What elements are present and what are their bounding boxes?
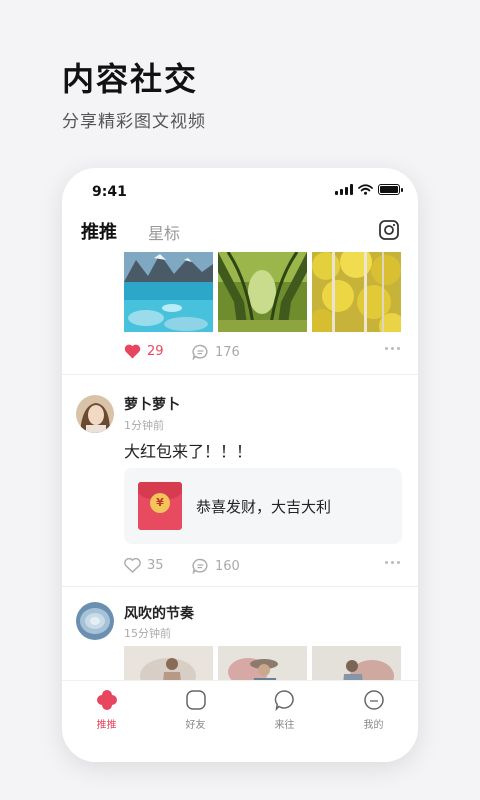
watercolor-photo[interactable] <box>124 646 213 680</box>
post-time: 15分钟前 <box>124 627 171 640</box>
nav-label: 我的 <box>363 720 384 731</box>
chat-icon <box>274 690 294 711</box>
post-username[interactable]: 萝卜萝卜 <box>124 394 180 414</box>
red-envelope-icon: ¥ <box>138 482 182 530</box>
post-photo-grid <box>124 252 401 332</box>
battery-icon <box>378 184 403 195</box>
nav-label: 来往 <box>274 720 295 731</box>
flower-icon <box>96 690 117 710</box>
watercolor-photo[interactable] <box>218 646 307 680</box>
red-packet-card[interactable]: ¥ 恭喜发财，大吉大利 <box>124 468 402 544</box>
yellow-trees-photo[interactable] <box>312 252 401 332</box>
post-username[interactable]: 风吹的节奏 <box>124 603 194 623</box>
camera-icon[interactable] <box>378 219 400 241</box>
post-text: 大红包来了！！！ <box>124 442 253 461</box>
nav-item-tuitui[interactable]: 推推 <box>62 681 151 741</box>
nav-item-profile[interactable]: 我的 <box>329 681 418 741</box>
post-time: 1分钟前 <box>124 419 164 432</box>
signal-icon <box>335 184 353 195</box>
nav-label: 好友 <box>185 720 206 731</box>
comment-icon <box>192 558 208 574</box>
phone-frame: 9:41 推推 星标 29 176 萝卜萝卜 1分钟前 大红包来了！！！ ¥ 恭… <box>62 168 418 762</box>
comment-button[interactable]: 160 <box>192 558 240 574</box>
nav-item-messages[interactable]: 来往 <box>240 681 329 741</box>
lake-photo[interactable] <box>124 252 213 332</box>
post-divider <box>62 374 418 375</box>
more-options-icon[interactable] <box>385 347 400 350</box>
like-count: 29 <box>147 344 164 359</box>
wifi-icon <box>358 184 373 195</box>
bottom-nav: 推推 好友 来往 我的 <box>62 680 418 762</box>
heart-outline-icon <box>124 558 141 573</box>
comment-icon <box>192 344 208 360</box>
post-photo-grid <box>124 646 401 680</box>
green-trees-photo[interactable] <box>218 252 307 332</box>
comment-count: 160 <box>215 558 240 574</box>
hero-title: 内容社交 <box>62 60 199 98</box>
comment-button[interactable]: 176 <box>192 344 240 360</box>
yuan-coin: ¥ <box>150 493 170 513</box>
hero-subtitle: 分享精彩图文视频 <box>62 112 206 132</box>
post-divider <box>62 586 418 587</box>
like-count: 35 <box>147 558 164 573</box>
status-bar: 9:41 <box>62 168 418 212</box>
top-tabs: 推推 星标 <box>62 214 418 248</box>
nav-label: 推推 <box>96 720 117 731</box>
like-button[interactable]: 29 <box>124 344 164 359</box>
friends-icon <box>185 690 206 710</box>
avatar[interactable] <box>76 395 114 433</box>
like-button[interactable]: 35 <box>124 558 164 573</box>
comment-count: 176 <box>215 344 240 360</box>
tab-starred[interactable]: 星标 <box>148 220 180 244</box>
watercolor-photo[interactable] <box>312 646 401 680</box>
avatar[interactable] <box>76 602 114 640</box>
profile-icon <box>363 690 384 710</box>
more-options-icon[interactable] <box>385 561 400 564</box>
heart-filled-icon <box>124 344 141 359</box>
post-actions: 35 160 <box>124 558 400 578</box>
red-packet-text: 恭喜发财，大吉大利 <box>196 498 332 516</box>
feed[interactable]: 29 176 萝卜萝卜 1分钟前 大红包来了！！！ ¥ 恭喜发财，大吉大利 35… <box>62 252 418 680</box>
tab-tuitui[interactable]: 推推 <box>81 218 117 244</box>
status-time: 9:41 <box>92 184 127 200</box>
nav-item-friends[interactable]: 好友 <box>151 681 240 741</box>
post-actions: 29 176 <box>124 344 400 364</box>
